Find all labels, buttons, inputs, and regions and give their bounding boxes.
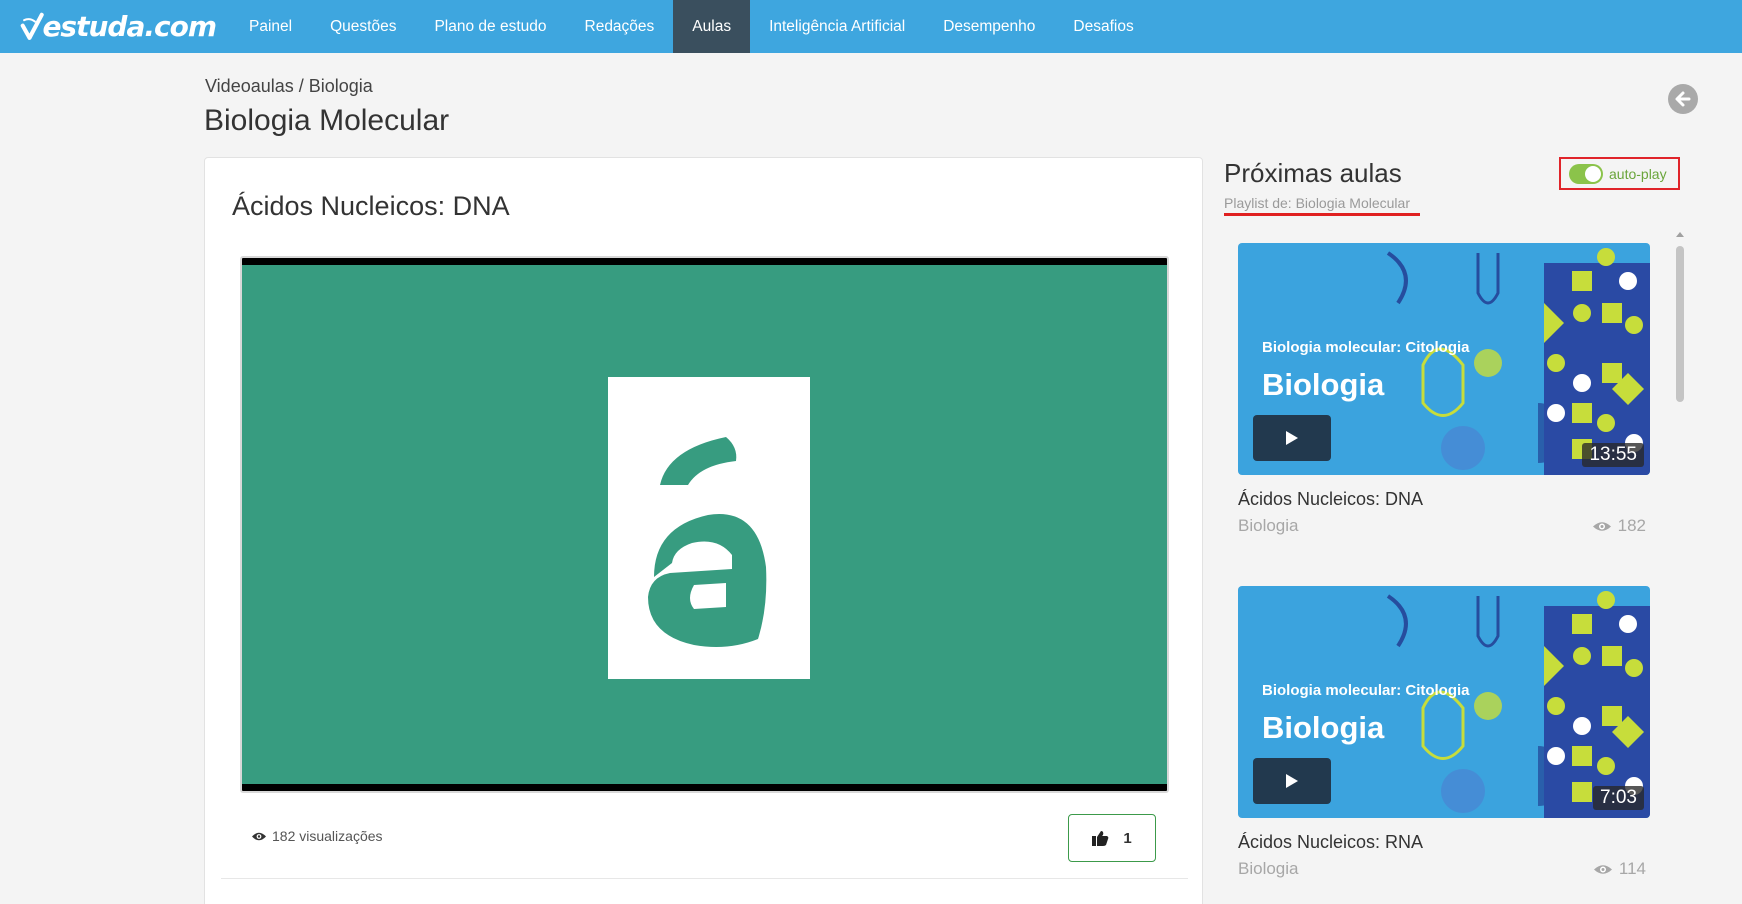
nav-item-questoes[interactable]: Questões (311, 0, 415, 53)
main-nav: Painel Questões Plano de estudo Redações… (230, 0, 1153, 53)
video-meta: Biologia 114 (1238, 859, 1650, 879)
toggle-switch[interactable] (1569, 163, 1603, 184)
video-screen[interactable] (242, 265, 1167, 784)
play-button[interactable] (1253, 415, 1331, 461)
autoplay-label: auto-play (1609, 165, 1667, 182)
video-views-count: 182 (1617, 516, 1646, 535)
eye-icon (1593, 864, 1612, 874)
checkmark-logo-icon (20, 12, 44, 40)
play-button[interactable] (1253, 758, 1331, 804)
video-duration: 7:03 (1593, 786, 1644, 810)
thumbs-up-icon (1092, 831, 1109, 846)
toggle-knob (1585, 165, 1601, 182)
playlist-highlight (1224, 213, 1420, 216)
scroll-thumb[interactable] (1676, 246, 1684, 402)
video-thumbnail[interactable]: Biologia molecular: Citologia Biologia 1… (1238, 243, 1650, 475)
like-count: 1 (1123, 829, 1132, 847)
thumbnail-subtitle: Biologia molecular: Citologia (1262, 682, 1470, 699)
video-meta: Biologia 182 (1238, 516, 1650, 536)
play-icon (1286, 431, 1298, 445)
video-title[interactable]: Ácidos Nucleicos: RNA (1238, 832, 1650, 853)
views-count: 182 visualizações (272, 828, 383, 844)
playlist-item[interactable]: Biologia molecular: Citologia Biologia 7… (1238, 586, 1650, 879)
video-thumbnail[interactable]: Biologia molecular: Citologia Biologia 7… (1238, 586, 1650, 818)
autoplay-toggle[interactable]: auto-play (1559, 157, 1680, 190)
views-info: 182 visualizações (251, 828, 383, 844)
play-icon (1286, 774, 1298, 788)
nav-item-painel[interactable]: Painel (230, 0, 311, 53)
nav-item-desafios[interactable]: Desafios (1054, 0, 1152, 53)
video-title[interactable]: Ácidos Nucleicos: DNA (1238, 489, 1650, 510)
arrow-left-icon (1675, 91, 1691, 107)
nav-item-aulas[interactable]: Aulas (673, 0, 751, 53)
video-views: 114 (1593, 859, 1646, 879)
next-lessons-title: Próximas aulas (1224, 158, 1402, 188)
video-player[interactable] (240, 256, 1169, 793)
video-duration: 13:55 (1582, 443, 1644, 467)
thumbnail-title: Biologia (1262, 710, 1385, 745)
back-button[interactable] (1668, 84, 1698, 114)
nav-item-inteligencia-artificial[interactable]: Inteligência Artificial (750, 0, 924, 53)
scroll-up-arrow-icon[interactable] (1676, 232, 1684, 237)
video-views-count: 114 (1618, 859, 1646, 878)
estuda-a-logo-icon (608, 377, 810, 679)
thumbnail-title: Biologia (1262, 367, 1385, 402)
divider (221, 878, 1188, 879)
video-subject: Biologia (1238, 859, 1299, 878)
logo-text: estuda.com (42, 10, 217, 43)
top-navbar: estuda.com Painel Questões Plano de estu… (0, 0, 1742, 53)
nav-item-desempenho[interactable]: Desempenho (924, 0, 1054, 53)
playlist-label[interactable]: Playlist de: Biologia Molecular (1224, 195, 1410, 211)
like-button[interactable]: 1 (1068, 814, 1156, 862)
playlist-item[interactable]: Biologia molecular: Citologia Biologia 1… (1238, 243, 1650, 536)
nav-item-plano-de-estudo[interactable]: Plano de estudo (415, 0, 565, 53)
eye-icon (252, 832, 266, 840)
video-subject: Biologia (1238, 516, 1299, 535)
breadcrumb[interactable]: Videoaulas / Biologia (205, 76, 373, 97)
nav-item-redacoes[interactable]: Redações (566, 0, 674, 53)
eye-icon (1592, 521, 1611, 531)
page-title: Biologia Molecular (204, 104, 450, 137)
thumbnail-subtitle: Biologia molecular: Citologia (1262, 339, 1470, 356)
lesson-title: Ácidos Nucleicos: DNA (232, 191, 510, 221)
video-views: 182 (1592, 516, 1646, 536)
logo[interactable]: estuda.com (20, 0, 217, 53)
lesson-card: Ácidos Nucleicos: DNA 182 visualizações … (204, 157, 1203, 904)
sidebar-scrollbar[interactable] (1676, 232, 1685, 904)
